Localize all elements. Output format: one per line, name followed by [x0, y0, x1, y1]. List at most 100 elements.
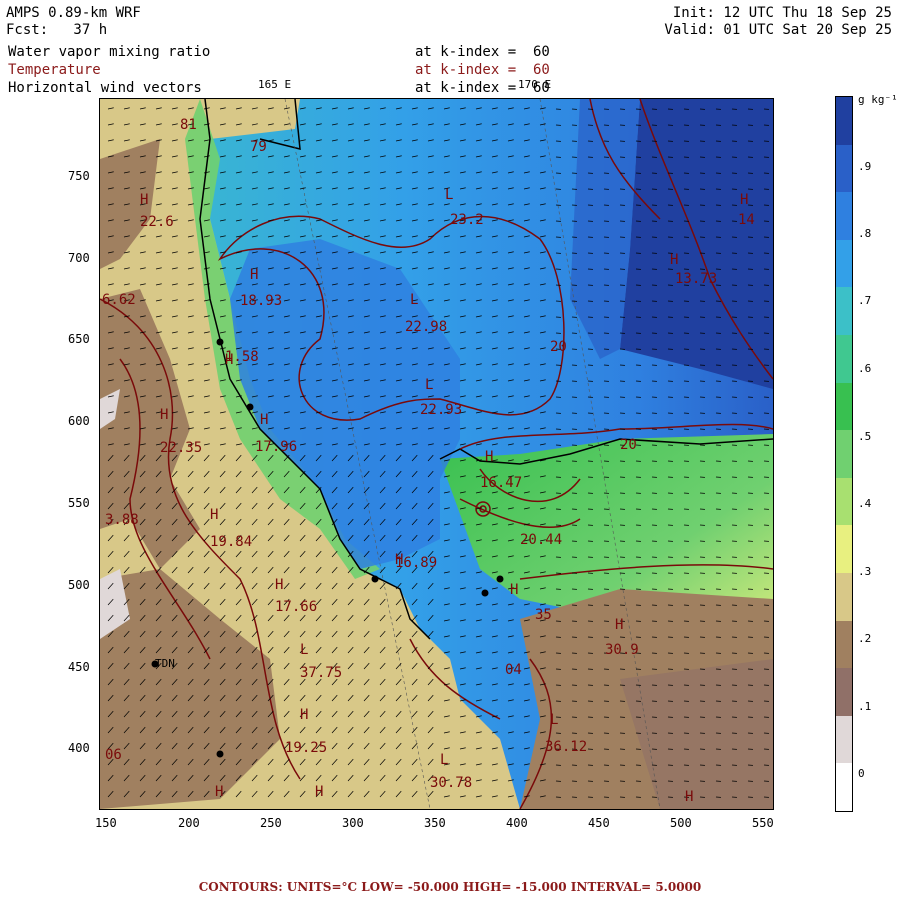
map-label: 17.66 — [275, 599, 317, 615]
map-label: 1.58 — [225, 349, 259, 365]
colorbar-label: .6 — [858, 362, 872, 375]
map-label: H — [160, 407, 168, 423]
colorbar-segment — [836, 477, 852, 526]
map-label: 22.98 — [405, 319, 447, 335]
contour-footer: CONTOURS: UNITS=°C LOW= -50.000 HIGH= -1… — [198, 880, 702, 894]
map-label: 20 — [550, 339, 567, 355]
map-label: 22.35 — [160, 440, 202, 456]
colorbar-segment — [836, 763, 852, 812]
field-label-temperature: Temperature — [8, 62, 101, 78]
map-label: 19.25 — [285, 740, 327, 756]
map-plot: 81 79 H 22.6 H 18.93 6.62 H 1.58 L 23.2 L 22.98 L 22.9… — [99, 98, 774, 810]
map-label: H — [140, 192, 148, 208]
map-label: 16.47 — [480, 475, 522, 491]
colorbar-label: .3 — [858, 565, 872, 578]
map-label: H — [485, 449, 493, 465]
map-label: 14 — [738, 212, 755, 228]
colorbar-segment — [836, 668, 852, 717]
colorbar-label: 0 — [858, 767, 865, 780]
y-tick-label: 650 — [68, 332, 90, 346]
map-label: 35 — [535, 607, 552, 623]
map-label: H — [685, 789, 693, 805]
map-label: 22.93 — [420, 402, 462, 418]
map-label: H — [670, 252, 678, 268]
map-label: 6.62 — [102, 292, 136, 308]
map-label: H — [740, 192, 748, 208]
map-label: 30.78 — [430, 775, 472, 791]
y-tick-label: 750 — [68, 169, 90, 183]
map-label: 16.89 — [395, 555, 437, 571]
model-title: AMPS 0.89-km WRF — [6, 5, 141, 21]
valid-time: Valid: 01 UTC Sat 20 Sep 25 — [664, 22, 892, 38]
x-tick-label: 550 — [752, 816, 774, 830]
map-label: L — [445, 187, 453, 203]
map-label: 81 — [180, 117, 197, 133]
colorbar-label: .9 — [858, 160, 872, 173]
x-tick-label: 300 — [342, 816, 364, 830]
map-label: H — [260, 412, 268, 428]
colorbar-label: .1 — [858, 700, 872, 713]
colorbar-segment — [836, 715, 852, 764]
map-label: 79 — [250, 139, 267, 155]
x-tick-label: 500 — [670, 816, 692, 830]
x-tick-label: 400 — [506, 816, 528, 830]
x-tick-label: 250 — [260, 816, 282, 830]
colorbar-segment — [836, 192, 852, 241]
map-label: H — [250, 267, 258, 283]
y-tick-label: 400 — [68, 741, 90, 755]
colorbar-segment — [836, 620, 852, 669]
map-canvas: 81 79 H 22.6 H 18.93 6.62 H 1.58 L 23.2 L 22.98 L 22.9… — [100, 99, 773, 809]
y-tick-label: 500 — [68, 578, 90, 592]
map-label: H — [510, 582, 518, 598]
colorbar-segment — [836, 382, 852, 431]
map-label: H — [315, 784, 323, 800]
map-label: L — [440, 752, 448, 768]
y-tick-label: 600 — [68, 414, 90, 428]
x-tick-label: 200 — [178, 816, 200, 830]
map-label: 36.12 — [545, 739, 587, 755]
map-label: H — [300, 707, 308, 723]
map-label: 06 — [105, 747, 122, 763]
field-label-wind: Horizontal wind vectors — [8, 80, 202, 96]
field-label-mixing-ratio: Water vapor mixing ratio — [8, 44, 211, 60]
map-label: H — [215, 784, 223, 800]
colorbar-label: .4 — [858, 497, 872, 510]
colorbar-segment — [836, 573, 852, 622]
colorbar-segment — [836, 430, 852, 479]
map-label: H — [275, 577, 283, 593]
colorbar-unit: g kg⁻¹ — [858, 93, 898, 106]
colorbar-segment — [836, 287, 852, 336]
map-label: L — [300, 642, 308, 658]
map-label: 37.75 — [300, 665, 342, 681]
y-tick-label: 700 — [68, 251, 90, 265]
colorbar-segment — [836, 97, 852, 146]
init-time: Init: 12 UTC Thu 18 Sep 25 — [672, 5, 892, 21]
x-tick-label: 450 — [588, 816, 610, 830]
map-label: TDN — [155, 657, 175, 670]
map-label: H — [210, 507, 218, 523]
x-tick-label: 150 — [95, 816, 117, 830]
map-label: H — [615, 617, 623, 633]
colorbar-label: .8 — [858, 227, 872, 240]
map-label: 22.6 — [140, 214, 174, 230]
map-label: 19.84 — [210, 534, 252, 550]
map-label: 20 — [620, 437, 637, 453]
map-label: 20.44 — [520, 532, 562, 548]
map-label: 13.73 — [675, 271, 717, 287]
map-label: 3.88 — [105, 512, 139, 528]
map-label: 30.9 — [605, 642, 639, 658]
colorbar-segment — [836, 144, 852, 193]
longitude-label-165e: 165 E — [258, 78, 292, 91]
colorbar-label: .7 — [858, 294, 872, 307]
map-label: 18.93 — [240, 293, 282, 309]
map-label: 17.96 — [255, 439, 297, 455]
level-label-1: at k-index = 60 — [415, 44, 550, 60]
colorbar-segment — [836, 239, 852, 288]
map-label: 04 — [505, 662, 522, 678]
map-label: L — [550, 712, 558, 728]
longitude-label-170e: 170 E — [518, 78, 552, 91]
x-tick-label: 350 — [424, 816, 446, 830]
colorbar-segment — [836, 525, 852, 574]
map-label: L — [410, 292, 418, 308]
colorbar-segment — [836, 335, 852, 384]
